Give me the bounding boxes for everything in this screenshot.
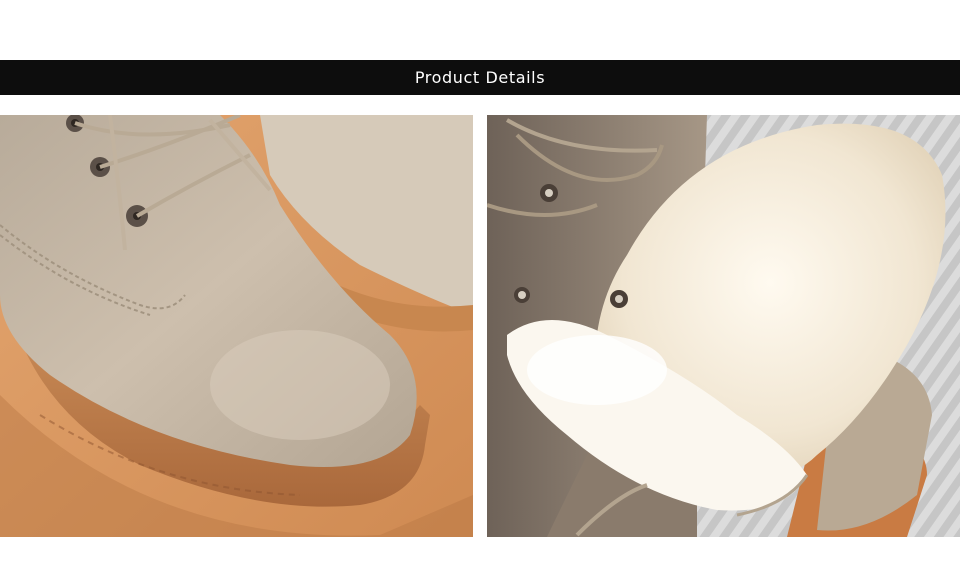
section-title: Product Details (414, 68, 546, 87)
boot-toe-image (0, 115, 473, 537)
section-header-bar: Product Details (0, 60, 960, 95)
boot-lining-image (487, 115, 960, 537)
